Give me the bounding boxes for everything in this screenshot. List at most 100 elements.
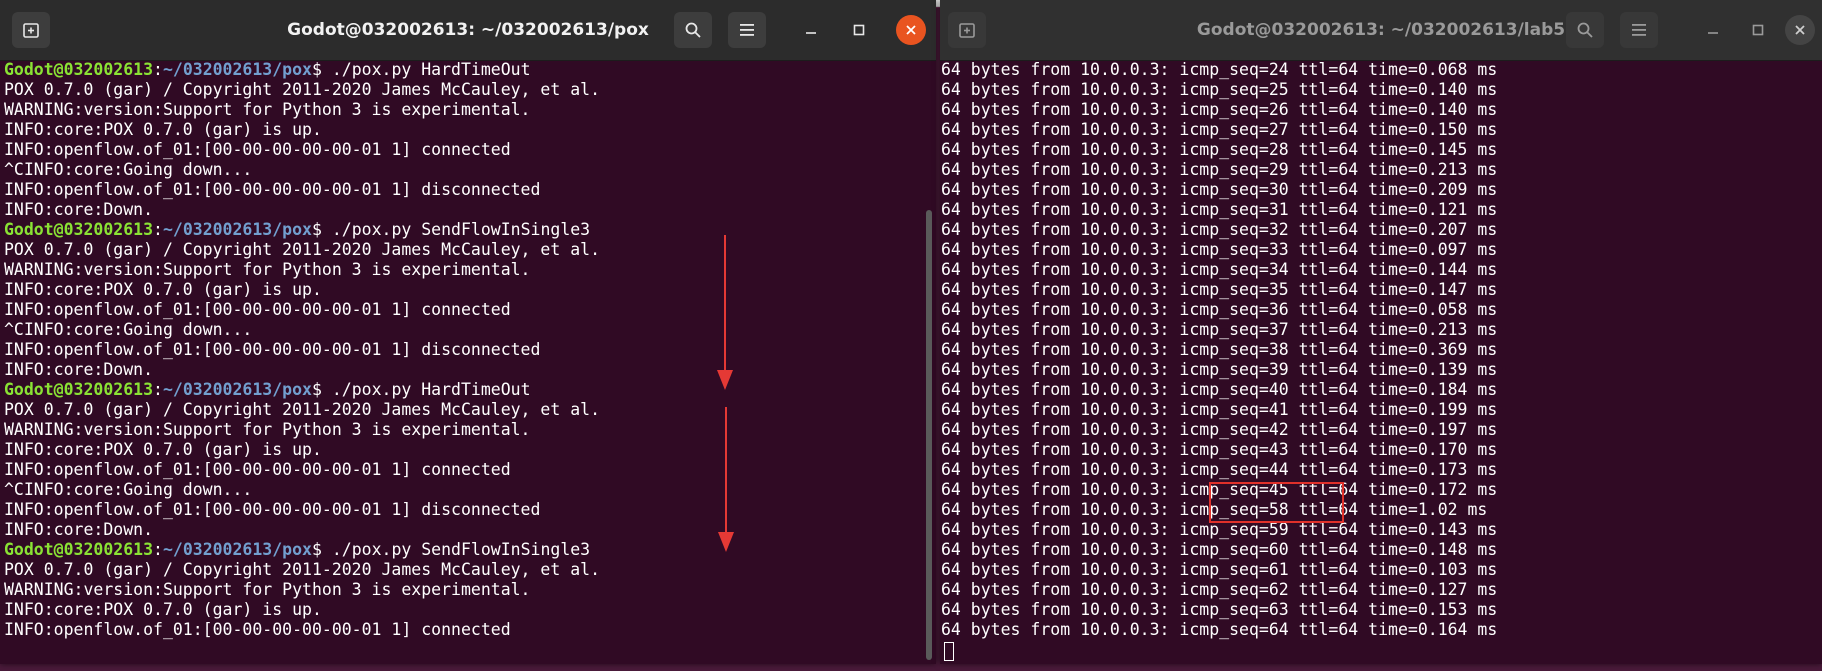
- output-line: INFO:core:POX 0.7.0 (gar) is up.: [4, 120, 322, 139]
- prompt-command: $ ./pox.py SendFlowInSingle3: [311, 220, 591, 239]
- ping-line: 64 bytes from 10.0.0.3: icmp_seq=37 ttl=…: [941, 320, 1498, 339]
- ping-line: 64 bytes from 10.0.0.3: icmp_seq=25 ttl=…: [941, 80, 1498, 99]
- ping-line: 64 bytes from 10.0.0.3: icmp_seq=60 ttl=…: [941, 540, 1498, 559]
- output-line: WARNING:version:Support for Python 3 is …: [4, 260, 531, 279]
- output-line: INFO:openflow.of_01:[00-00-00-00-00-01 1…: [4, 180, 541, 199]
- ping-line: 64 bytes from 10.0.0.3: icmp_seq=28 ttl=…: [941, 140, 1498, 159]
- prompt-path: ~/032002613/pox: [162, 380, 312, 399]
- prompt-command: $ ./pox.py HardTimeOut: [311, 60, 531, 79]
- ping-line: 64 bytes from 10.0.0.3: icmp_seq=24 ttl=…: [941, 60, 1498, 79]
- prompt-user: Godot@032002613: [4, 540, 154, 559]
- prompt-line: Godot@032002613:~/032002613/pox$ ./pox.p…: [4, 220, 922, 240]
- ping-line: 64 bytes from 10.0.0.3: icmp_seq=62 ttl=…: [941, 580, 1498, 599]
- maximize-button[interactable]: [1743, 15, 1773, 45]
- maximize-icon: [1752, 24, 1764, 36]
- prompt-separator: :: [153, 220, 163, 239]
- ping-line: 64 bytes from 10.0.0.3: icmp_seq=35 ttl=…: [941, 280, 1498, 299]
- window-title: Godot@032002613: ~/032002613/lab5: [1196, 20, 1566, 40]
- ping-line: 64 bytes from 10.0.0.3: icmp_seq=43 ttl=…: [941, 440, 1498, 459]
- prompt-path: ~/032002613/pox: [162, 220, 312, 239]
- ping-line: 64 bytes from 10.0.0.3: icmp_seq=61 ttl=…: [941, 560, 1498, 579]
- terminal-cursor: [944, 642, 954, 661]
- output-line: INFO:core:POX 0.7.0 (gar) is up.: [4, 280, 322, 299]
- titlebar[interactable]: Godot@032002613: ~/032002613/pox: [0, 0, 936, 61]
- highlight-box-seq-gap: [1209, 482, 1344, 523]
- minimize-icon: [806, 32, 816, 34]
- ping-line: 64 bytes from 10.0.0.3: icmp_seq=45 ttl=…: [941, 480, 1498, 499]
- ping-line: 64 bytes from 10.0.0.3: icmp_seq=29 ttl=…: [941, 160, 1498, 179]
- ping-line: 64 bytes from 10.0.0.3: icmp_seq=44 ttl=…: [941, 460, 1498, 479]
- scrollbar[interactable]: [926, 210, 932, 660]
- hamburger-menu-icon: [1632, 24, 1646, 36]
- ping-line: 64 bytes from 10.0.0.3: icmp_seq=27 ttl=…: [941, 120, 1498, 139]
- output-line: POX 0.7.0 (gar) / Copyright 2011-2020 Ja…: [4, 560, 601, 579]
- output-line: POX 0.7.0 (gar) / Copyright 2011-2020 Ja…: [4, 400, 601, 419]
- prompt-separator: :: [153, 540, 163, 559]
- maximize-icon: [853, 24, 865, 36]
- minimize-button[interactable]: [1698, 15, 1728, 45]
- output-line: INFO:core:Down.: [4, 520, 154, 539]
- close-icon: [1795, 25, 1805, 35]
- prompt-path: ~/032002613/pox: [162, 540, 312, 559]
- search-icon: [1577, 22, 1593, 38]
- titlebar[interactable]: Godot@032002613: ~/032002613/lab5: [940, 0, 1822, 61]
- search-button[interactable]: [674, 12, 712, 48]
- ping-line: 64 bytes from 10.0.0.3: icmp_seq=26 ttl=…: [941, 100, 1498, 119]
- close-button[interactable]: [1785, 15, 1815, 45]
- minimize-icon: [1708, 32, 1718, 34]
- output-line: POX 0.7.0 (gar) / Copyright 2011-2020 Ja…: [4, 240, 601, 259]
- output-line: ^CINFO:core:Going down...: [4, 320, 253, 339]
- minimize-button[interactable]: [796, 15, 826, 45]
- prompt-user: Godot@032002613: [4, 60, 154, 79]
- ping-line: 64 bytes from 10.0.0.3: icmp_seq=40 ttl=…: [941, 380, 1498, 399]
- output-line: WARNING:version:Support for Python 3 is …: [4, 580, 531, 599]
- prompt-line: Godot@032002613:~/032002613/pox$ ./pox.p…: [4, 380, 922, 400]
- output-line: INFO:openflow.of_01:[00-00-00-00-00-01 1…: [4, 340, 541, 359]
- output-line: WARNING:version:Support for Python 3 is …: [4, 100, 531, 119]
- ping-line: 64 bytes from 10.0.0.3: icmp_seq=63 ttl=…: [941, 600, 1498, 619]
- ping-line: 64 bytes from 10.0.0.3: icmp_seq=41 ttl=…: [941, 400, 1498, 419]
- ping-line: 64 bytes from 10.0.0.3: icmp_seq=64 ttl=…: [941, 620, 1498, 639]
- ping-line: 64 bytes from 10.0.0.3: icmp_seq=36 ttl=…: [941, 300, 1498, 319]
- close-icon: [906, 25, 916, 35]
- prompt-separator: :: [153, 60, 163, 79]
- output-line: INFO:openflow.of_01:[00-00-00-00-00-01 1…: [4, 500, 541, 519]
- prompt-user: Godot@032002613: [4, 220, 154, 239]
- close-button[interactable]: [896, 15, 926, 45]
- prompt-path: ~/032002613/pox: [162, 60, 312, 79]
- ping-line: 64 bytes from 10.0.0.3: icmp_seq=58 ttl=…: [941, 500, 1488, 519]
- output-line: INFO:openflow.of_01:[00-00-00-00-00-01 1…: [4, 620, 511, 639]
- prompt-line: Godot@032002613:~/032002613/pox$ ./pox.p…: [4, 60, 922, 80]
- output-line: ^CINFO:core:Going down...: [4, 480, 253, 499]
- down-arrow-annotation-icon: [718, 407, 734, 552]
- search-icon: [685, 22, 701, 38]
- search-button[interactable]: [1566, 12, 1604, 48]
- ping-line: 64 bytes from 10.0.0.3: icmp_seq=31 ttl=…: [941, 200, 1498, 219]
- hamburger-menu-icon: [740, 24, 754, 36]
- prompt-separator: :: [153, 380, 163, 399]
- output-line: INFO:core:Down.: [4, 360, 154, 379]
- ping-line: 64 bytes from 10.0.0.3: icmp_seq=33 ttl=…: [941, 240, 1498, 259]
- prompt-command: $ ./pox.py SendFlowInSingle3: [311, 540, 591, 559]
- output-line: WARNING:version:Support for Python 3 is …: [4, 420, 531, 439]
- output-line: POX 0.7.0 (gar) / Copyright 2011-2020 Ja…: [4, 80, 601, 99]
- menu-button[interactable]: [1620, 12, 1658, 48]
- maximize-button[interactable]: [844, 15, 874, 45]
- ping-line: 64 bytes from 10.0.0.3: icmp_seq=38 ttl=…: [941, 340, 1498, 359]
- ping-output[interactable]: 64 bytes from 10.0.0.3: icmp_seq=24 ttl=…: [941, 60, 1811, 640]
- terminal-output[interactable]: Godot@032002613:~/032002613/pox$ ./pox.p…: [4, 60, 922, 640]
- output-line: INFO:openflow.of_01:[00-00-00-00-00-01 1…: [4, 140, 511, 159]
- prompt-line: Godot@032002613:~/032002613/pox$ ./pox.p…: [4, 540, 922, 560]
- output-line: INFO:openflow.of_01:[00-00-00-00-00-01 1…: [4, 300, 511, 319]
- output-line: INFO:core:POX 0.7.0 (gar) is up.: [4, 600, 322, 619]
- ping-line: 64 bytes from 10.0.0.3: icmp_seq=59 ttl=…: [941, 520, 1498, 539]
- terminal-window-pox[interactable]: Godot@032002613: ~/032002613/pox Godot@0…: [0, 0, 936, 664]
- menu-button[interactable]: [728, 12, 766, 48]
- output-line: INFO:core:POX 0.7.0 (gar) is up.: [4, 440, 322, 459]
- prompt-user: Godot@032002613: [4, 380, 154, 399]
- output-line: INFO:openflow.of_01:[00-00-00-00-00-01 1…: [4, 460, 511, 479]
- ping-line: 64 bytes from 10.0.0.3: icmp_seq=39 ttl=…: [941, 360, 1498, 379]
- ping-line: 64 bytes from 10.0.0.3: icmp_seq=30 ttl=…: [941, 180, 1498, 199]
- down-arrow-annotation-icon: [717, 235, 733, 390]
- output-line: INFO:core:Down.: [4, 200, 154, 219]
